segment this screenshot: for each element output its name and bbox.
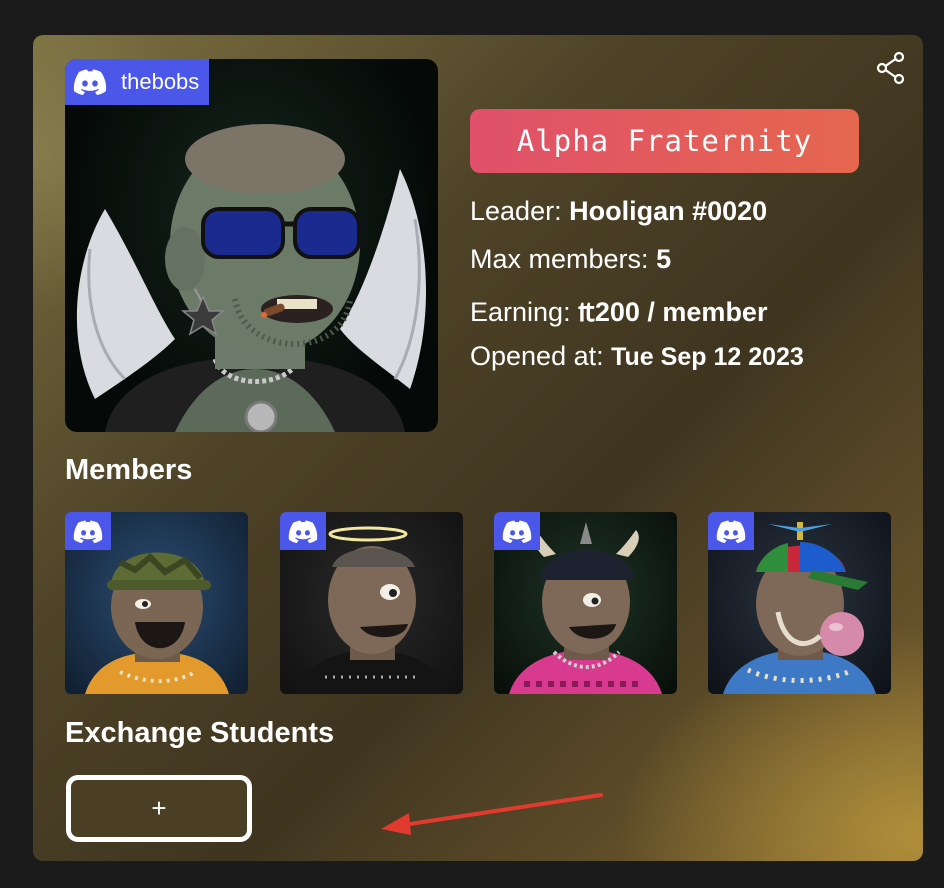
earning-label: Earning: bbox=[470, 297, 571, 327]
discord-badge[interactable] bbox=[65, 512, 111, 550]
discord-badge[interactable]: thebobs bbox=[65, 59, 210, 105]
exchange-students-title: Exchange Students bbox=[65, 717, 335, 749]
fraternity-name: Alpha Fraternity bbox=[470, 109, 859, 173]
members-title: Members bbox=[65, 454, 193, 486]
discord-badge[interactable] bbox=[494, 512, 540, 550]
leader-avatar[interactable]: thebobs bbox=[65, 59, 438, 432]
member-card[interactable] bbox=[280, 512, 463, 694]
leader-portrait bbox=[76, 124, 427, 432]
member-card[interactable] bbox=[65, 512, 248, 694]
discord-icon bbox=[502, 519, 532, 543]
discord-handle: thebobs bbox=[121, 69, 200, 94]
share-button[interactable] bbox=[876, 51, 906, 85]
member-card[interactable] bbox=[494, 512, 677, 694]
share-icon bbox=[876, 51, 905, 85]
leader-value: Hooligan #0020 bbox=[569, 196, 768, 226]
max-members-value: 5 bbox=[656, 244, 672, 274]
earning-row: Earning: ₶200 / member bbox=[470, 292, 767, 329]
discord-icon bbox=[73, 69, 107, 95]
member-card[interactable] bbox=[708, 512, 891, 694]
discord-icon bbox=[288, 519, 318, 543]
leader-label: Leader: bbox=[470, 196, 562, 226]
fraternity-card: thebobs Alpha Fraternity Leader: Hooliga… bbox=[33, 35, 923, 861]
max-members-row: Max members: 5 bbox=[470, 244, 671, 275]
discord-icon bbox=[73, 519, 103, 543]
max-members-label: Max members: bbox=[470, 244, 649, 274]
annotation-arrow-icon bbox=[381, 793, 603, 835]
discord-badge[interactable] bbox=[708, 512, 754, 550]
opened-value: Tue Sep 12 2023 bbox=[611, 343, 804, 371]
opened-label: Opened at: bbox=[470, 341, 604, 371]
opened-row: Opened at: Tue Sep 12 2023 bbox=[470, 341, 804, 372]
add-exchange-student-button[interactable]: + bbox=[66, 775, 252, 842]
discord-icon bbox=[716, 519, 746, 543]
leader-row: Leader: Hooligan #0020 bbox=[470, 196, 767, 227]
discord-badge[interactable] bbox=[280, 512, 326, 550]
earning-value: ₶200 / member bbox=[578, 297, 768, 327]
